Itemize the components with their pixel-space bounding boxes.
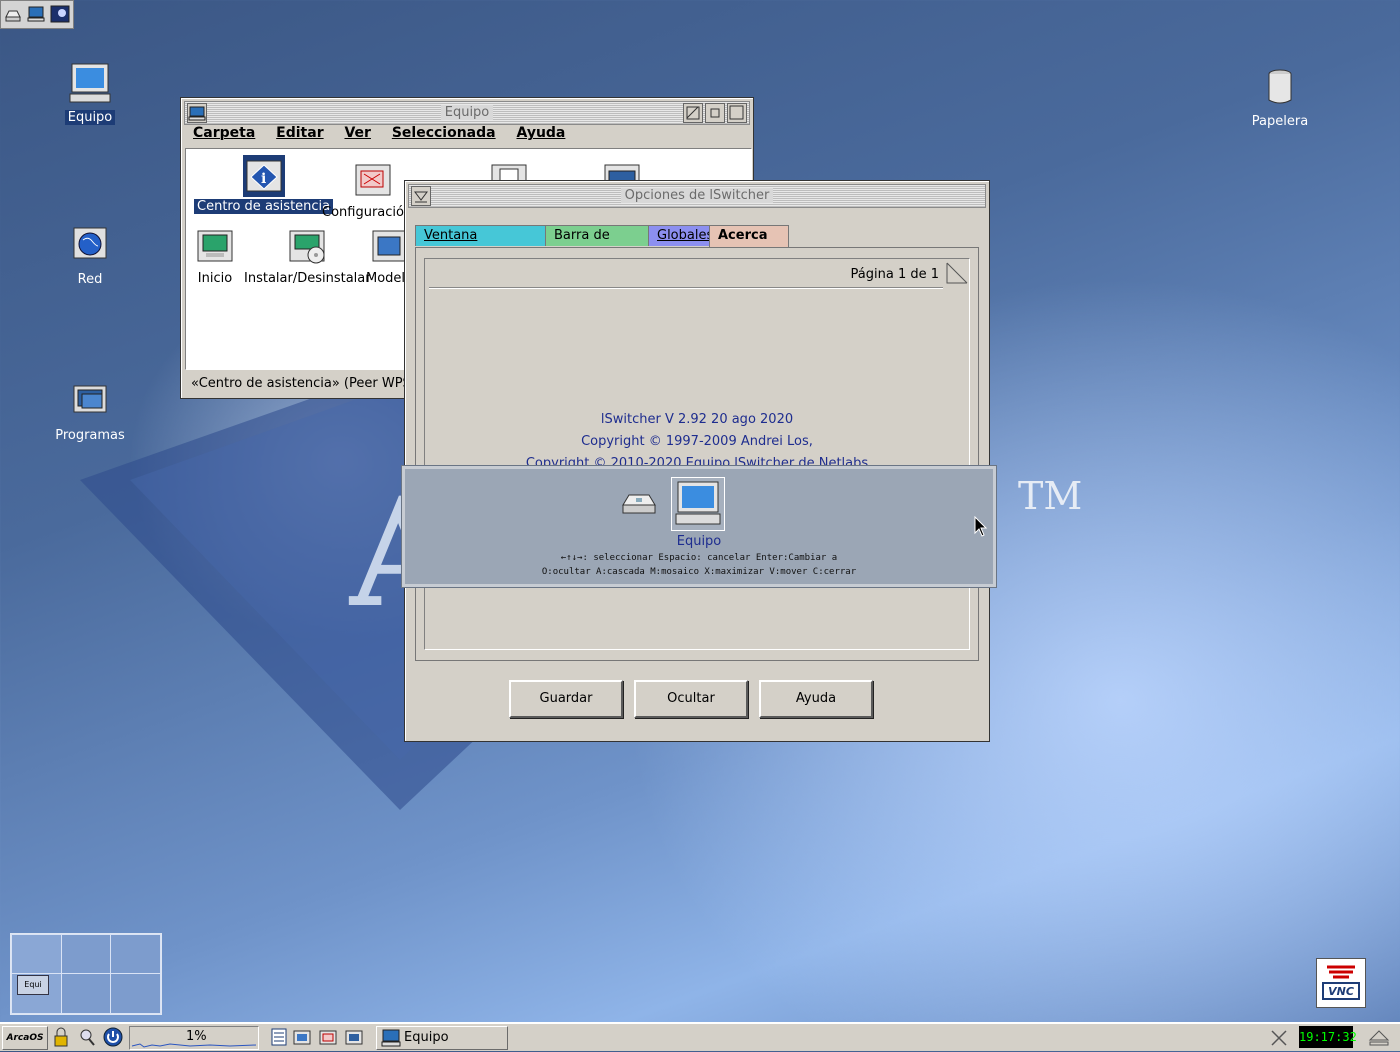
pager-window-label: Equi [24, 980, 42, 989]
page-divider [429, 287, 943, 289]
mouse-pointer-icon [974, 515, 988, 542]
restore-window-button[interactable] [705, 103, 725, 123]
computer-icon [68, 62, 112, 106]
help-button[interactable]: Ayuda [759, 680, 873, 718]
menu-editar[interactable]: Editar [276, 125, 323, 141]
pager-cell[interactable] [110, 973, 161, 1014]
settings-icon[interactable] [318, 1027, 338, 1051]
install-cd-folder-icon [286, 227, 328, 269]
pager-cell[interactable] [11, 934, 62, 974]
switcher-hint: O:ocultar A:cascada M:mosaico X:maximiza… [541, 567, 857, 577]
computer-icon[interactable] [27, 5, 45, 23]
taskbar-button-equipo[interactable]: Equipo [376, 1026, 508, 1050]
info-folder-icon: i [242, 155, 285, 197]
trademark-mark: TM [1018, 474, 1083, 518]
pager-cell[interactable] [110, 934, 161, 974]
cpu-percent: 1% [186, 1029, 207, 1044]
desktop-icon-red[interactable]: Red [30, 224, 150, 287]
menu-seleccionada[interactable]: Seleccionada [392, 125, 496, 141]
menu-carpeta[interactable]: Carpeta [193, 125, 255, 141]
page-indicator: Página 1 de 1 [850, 267, 939, 282]
hide-window-button[interactable] [683, 103, 703, 123]
drive-icon[interactable] [4, 5, 22, 23]
folder-item-label: Inicio [197, 271, 233, 286]
close-task-icon[interactable] [1268, 1026, 1292, 1048]
window-title: Equipo [440, 105, 494, 120]
power-icon[interactable] [103, 1026, 123, 1048]
about-line: lSwitcher V 2.92 20 ago 2020 [600, 412, 794, 427]
selected-computer-icon[interactable] [671, 477, 725, 531]
trash-can-icon [1258, 66, 1302, 110]
hide-button[interactable]: Ocultar [634, 680, 748, 718]
menu-bar: Carpeta Editar Ver Seleccionada Ayuda [185, 125, 573, 147]
save-button[interactable]: Guardar [509, 680, 623, 718]
mini-toolbar [0, 0, 74, 29]
vnc-label: VNC [1328, 985, 1354, 998]
desktop-icon-label: Equipo [64, 110, 116, 125]
maximize-window-button[interactable] [727, 103, 747, 123]
pager-window[interactable]: Equi [17, 975, 49, 995]
desktop-icon-equipo[interactable]: Equipo [30, 62, 150, 125]
folder-item-instalar[interactable]: Instalar/Desinstalar [244, 227, 371, 286]
clock: 19:17:32 [1299, 1026, 1357, 1048]
pager-cell[interactable] [61, 973, 111, 1014]
tab-ventana-emergente[interactable]: Ventana emergente [415, 225, 547, 263]
menu-ver[interactable]: Ver [344, 125, 370, 141]
tab-panel: Página 1 de 1 lSwitcher V 2.92 20 ago 20… [415, 247, 979, 661]
tab-label: Globales [657, 228, 714, 243]
desktop-picture-icon[interactable] [50, 5, 70, 23]
drive-icon[interactable] [619, 489, 659, 519]
taskbar-button-label: Equipo [404, 1030, 449, 1045]
desktop-icon-label: Red [77, 272, 103, 287]
folder-item-label: Centro de asistencia [194, 199, 334, 214]
title-bar[interactable]: Opciones de lSwitcher [408, 184, 986, 208]
start-label: ArcaOS [6, 1033, 44, 1043]
switcher-popup: Equipo ←↑↓→: seleccionar Espacio: cancel… [402, 466, 996, 587]
search-icon[interactable] [78, 1026, 96, 1048]
settings-folder-icon [352, 161, 394, 203]
desktop-pager[interactable]: Equi [10, 933, 162, 1015]
cpu-meter: 1% [129, 1026, 259, 1050]
taskbar: ArcaOS 1% Equipo 19:17:32 [0, 1022, 1400, 1051]
tab-barra-de-tareas[interactable]: Barra de tareas [545, 225, 653, 263]
pager-cell[interactable] [61, 934, 111, 974]
switcher-hint: ←↑↓→: seleccionar Espacio: cancelar Ente… [560, 553, 838, 563]
page-corner-icon[interactable] [945, 261, 969, 285]
folder-item-inicio[interactable]: Inicio [194, 227, 236, 286]
start-button[interactable]: ArcaOS [2, 1026, 48, 1050]
desktop-icon-papelera[interactable]: Papelera [1220, 66, 1340, 129]
folder-item-label: Instalar/Desinstalar [244, 271, 371, 286]
programs-icon[interactable] [344, 1027, 364, 1051]
folder-item-centro-asistencia[interactable]: i Centro de asistencia [194, 155, 334, 214]
about-line: Copyright © 1997-2009 Andrei Los, [581, 434, 813, 449]
lock-icon[interactable] [52, 1026, 70, 1048]
eject-icon[interactable] [1362, 1026, 1396, 1048]
folder-icon[interactable] [292, 1027, 312, 1051]
selected-window-label: Equipo [676, 534, 722, 549]
menu-ayuda[interactable]: Ayuda [516, 125, 565, 141]
title-bar[interactable]: Equipo [184, 101, 750, 125]
window-list-icon[interactable] [270, 1027, 288, 1051]
desktop-icon-label: Papelera [1251, 114, 1309, 129]
notebook-page: Página 1 de 1 lSwitcher V 2.92 20 ago 20… [424, 258, 970, 650]
quick-launch [268, 1026, 368, 1048]
window-title: Opciones de lSwitcher [620, 188, 774, 203]
tab-acerca-de[interactable]: Acerca de [709, 225, 789, 263]
network-globe-icon [68, 224, 112, 268]
computer-folder-icon [194, 227, 236, 269]
vnc-icon[interactable]: VNC [1316, 958, 1366, 1008]
options-window[interactable]: Opciones de lSwitcher Ventana emergente … [404, 180, 990, 742]
svg-text:i: i [261, 171, 266, 187]
